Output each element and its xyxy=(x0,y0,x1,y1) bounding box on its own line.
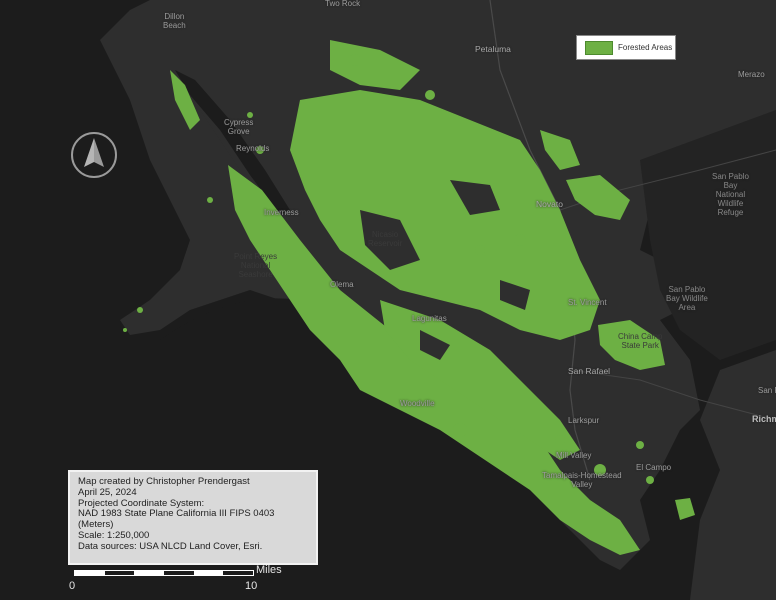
north-arrow-icon xyxy=(69,130,119,180)
place-san-p: San P xyxy=(758,386,776,395)
place-olema: Olema xyxy=(330,280,354,289)
place-st-vincent: St. Vincent xyxy=(568,298,607,307)
scale-start: 0 xyxy=(69,580,76,592)
place-china-camp: China Camp State Park xyxy=(618,332,663,350)
scale-end: 10 xyxy=(245,580,258,592)
place-larkspur: Larkspur xyxy=(568,416,600,425)
info-sources: Data sources: USA NLCD Land Cover, Esri. xyxy=(78,540,263,552)
forest-legend-swatch xyxy=(585,40,613,55)
scale-bar-graphic xyxy=(74,570,254,576)
place-dillon-beach: Dillon Beach xyxy=(163,12,186,30)
place-san-pablo-area: San Pablo Bay Wildlife Area xyxy=(666,285,708,312)
place-san-pablo-refuge: San Pablo Bay National Wildlife Refuge xyxy=(712,172,749,217)
place-san-rafael: San Rafael xyxy=(568,366,611,376)
scale-bar: 0 10 Miles xyxy=(69,564,292,598)
place-cypress-grove: Cypress Grove xyxy=(224,118,254,136)
info-date: April 25, 2024 xyxy=(78,486,137,498)
place-tamalpais: Tamalpais-Homestead Valley xyxy=(542,471,622,489)
place-nicasio: Nicasio Reservoir xyxy=(368,230,403,248)
place-inverness: Inverness xyxy=(264,208,299,217)
place-el-campo: El Campo xyxy=(636,463,672,472)
place-point-reyes: Point Reyes National Seashore xyxy=(234,252,278,279)
place-woodville: Woodville xyxy=(400,399,435,408)
place-novato: Novato xyxy=(536,199,563,209)
place-merazo: Merazo xyxy=(738,70,765,79)
place-reynolds: Reynolds xyxy=(236,144,270,153)
place-lagunitas: Lagunitas xyxy=(412,314,447,323)
place-richmond: Richm xyxy=(752,414,776,424)
scale-unit: Miles xyxy=(256,564,282,576)
place-two-rock: Two Rock xyxy=(325,0,361,8)
place-mill-valley: Mill Valley xyxy=(556,451,592,460)
legend-label: Forested Areas xyxy=(618,43,673,52)
place-petaluma: Petaluma xyxy=(475,44,511,54)
legend: Forested Areas xyxy=(576,35,676,60)
map-info-box: Map created by Christopher Prendergast A… xyxy=(68,470,318,565)
map-canvas: Two Rock Dillon Beach Petaluma Merazo Cy… xyxy=(0,0,776,600)
